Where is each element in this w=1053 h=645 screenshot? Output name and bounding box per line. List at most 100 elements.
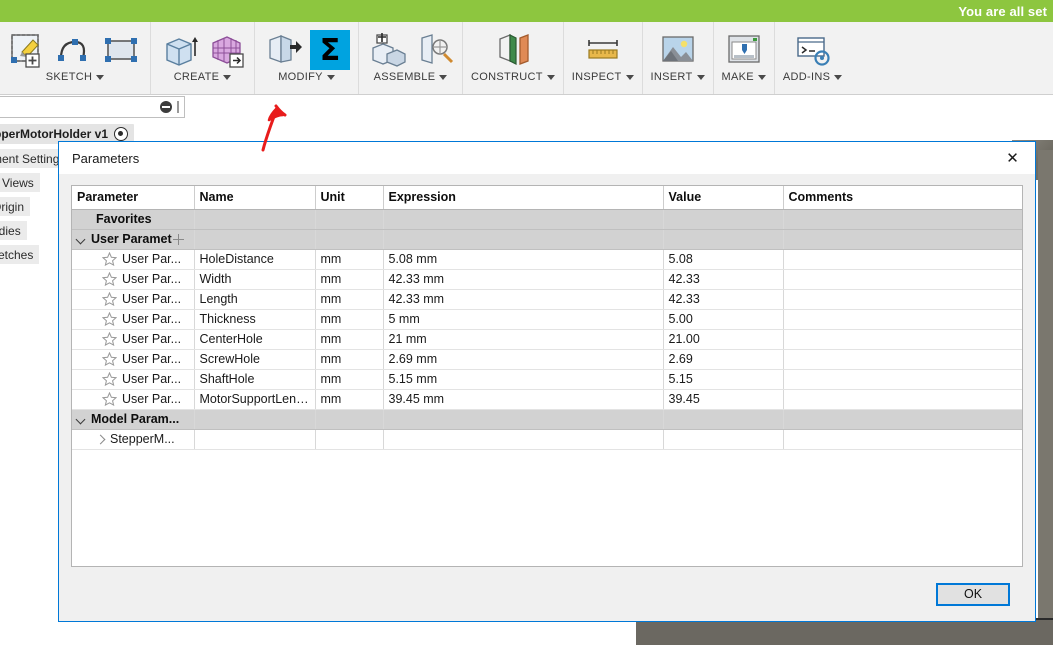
cell-comments[interactable] xyxy=(783,369,1022,390)
cell-parameter[interactable]: User Par... xyxy=(72,329,195,350)
cell-expression[interactable]: 2.69 mm xyxy=(383,349,664,370)
3d-print-icon[interactable] xyxy=(724,30,764,70)
cell-parameter[interactable]: Model Param... xyxy=(72,409,195,430)
table-row[interactable]: User Par... MotorSupportLength mm 39.45 mm 3… xyxy=(72,389,1022,410)
mesh-create-icon[interactable] xyxy=(206,30,246,70)
cell-expression[interactable] xyxy=(383,229,664,250)
cell-name[interactable]: HoleDistance xyxy=(194,249,316,270)
cell-value[interactable]: 39.45 xyxy=(663,389,784,410)
table-row[interactable]: User Par... Width mm 42.33 mm 42.33 xyxy=(72,269,1022,290)
cell-unit[interactable]: mm xyxy=(315,349,384,370)
cell-value[interactable] xyxy=(663,229,784,250)
favorite-star-icon[interactable] xyxy=(102,272,117,286)
cell-name[interactable] xyxy=(194,229,316,250)
cell-parameter[interactable]: User Par... xyxy=(72,269,195,290)
cell-parameter[interactable]: User Par... xyxy=(72,289,195,310)
column-header-unit[interactable]: Unit xyxy=(315,186,384,210)
browser-item-sketches[interactable]: ketches xyxy=(0,245,40,264)
table-group-row[interactable]: Model Param... xyxy=(72,409,1022,430)
cell-value[interactable]: 5.15 xyxy=(663,369,784,390)
favorite-star-icon[interactable] xyxy=(102,372,117,386)
cell-parameter[interactable]: User Paramet xyxy=(72,229,195,250)
table-row[interactable]: User Par... HoleDistance mm 5.08 mm 5.08 xyxy=(72,249,1022,270)
chevron-down-icon[interactable] xyxy=(77,235,86,244)
ribbon-group-label[interactable]: INSPECT xyxy=(572,71,634,83)
cell-unit[interactable]: mm xyxy=(315,289,384,310)
browser-item-bodies[interactable]: odies xyxy=(0,221,27,240)
cell-value[interactable]: 2.69 xyxy=(663,349,784,370)
new-component-icon[interactable] xyxy=(367,30,407,70)
column-header-comments[interactable]: Comments xyxy=(783,186,1022,210)
cell-expression[interactable]: 5 mm xyxy=(383,309,664,330)
ribbon-group-label[interactable]: INSERT xyxy=(651,71,705,83)
cell-comments[interactable] xyxy=(783,289,1022,310)
cell-unit[interactable]: mm xyxy=(315,309,384,330)
cell-value[interactable]: 42.33 xyxy=(663,289,784,310)
cell-comments[interactable] xyxy=(783,309,1022,330)
ribbon-group-label[interactable]: MODIFY xyxy=(278,71,335,83)
column-header-expression[interactable]: Expression xyxy=(383,186,664,210)
cell-expression[interactable] xyxy=(383,409,664,430)
cell-comments[interactable] xyxy=(783,329,1022,350)
joint-icon[interactable] xyxy=(414,30,454,70)
ribbon-group-label[interactable]: SKETCH xyxy=(46,71,105,83)
drag-grip-icon[interactable] xyxy=(177,101,179,113)
create-sketch-icon[interactable] xyxy=(8,30,48,70)
cell-parameter[interactable]: StepperM... xyxy=(72,429,195,450)
spline-icon[interactable] xyxy=(55,30,95,70)
cell-comments[interactable] xyxy=(783,389,1022,410)
cell-parameter[interactable]: User Par... xyxy=(72,309,195,330)
browser-item-named-views[interactable]: d Views xyxy=(0,173,40,192)
cell-name[interactable]: ScrewHole xyxy=(194,349,316,370)
cell-comments[interactable] xyxy=(783,229,1022,250)
chevron-down-icon[interactable] xyxy=(77,415,86,424)
column-header-name[interactable]: Name xyxy=(194,186,316,210)
cell-expression[interactable]: 5.08 mm xyxy=(383,249,664,270)
favorite-star-icon[interactable] xyxy=(102,252,117,266)
cell-comments[interactable] xyxy=(783,209,1022,230)
ribbon-group-label[interactable]: ADD-INS xyxy=(783,71,843,83)
browser-search-bar[interactable] xyxy=(0,96,185,118)
close-icon[interactable]: ✕ xyxy=(990,143,1035,174)
table-row[interactable]: User Par... Thickness mm 5 mm 5.00 xyxy=(72,309,1022,330)
cell-comments[interactable] xyxy=(783,269,1022,290)
cell-expression[interactable]: 21 mm xyxy=(383,329,664,350)
change-parameters-icon[interactable]: Σ xyxy=(310,30,350,70)
cell-unit[interactable]: mm xyxy=(315,369,384,390)
cell-parameter[interactable]: User Par... xyxy=(72,249,195,270)
insert-image-icon[interactable] xyxy=(658,30,698,70)
cell-value[interactable]: 5.08 xyxy=(663,249,784,270)
cell-comments[interactable] xyxy=(783,429,1022,450)
cell-value[interactable] xyxy=(663,409,784,430)
column-header-parameter[interactable]: Parameter xyxy=(72,186,195,210)
cell-name[interactable]: CenterHole xyxy=(194,329,316,350)
cell-name[interactable] xyxy=(194,409,316,430)
favorite-star-icon[interactable] xyxy=(102,352,117,366)
cell-comments[interactable] xyxy=(783,349,1022,370)
parameters-table-container[interactable]: Parameter Name Unit Expression Value Com… xyxy=(71,185,1023,567)
browser-item-origin[interactable]: Origin xyxy=(0,197,31,216)
cell-value[interactable] xyxy=(663,209,784,230)
cell-name[interactable] xyxy=(194,209,316,230)
cell-unit[interactable] xyxy=(315,429,384,450)
offset-plane-icon[interactable] xyxy=(493,30,533,70)
cell-comments[interactable] xyxy=(783,249,1022,270)
cell-name[interactable]: Thickness xyxy=(194,309,316,330)
cell-unit[interactable] xyxy=(315,209,384,230)
ribbon-group-label[interactable]: CREATE xyxy=(174,71,232,83)
cell-unit[interactable]: mm xyxy=(315,269,384,290)
favorite-star-icon[interactable] xyxy=(102,392,117,406)
cell-parameter[interactable]: User Par... xyxy=(72,389,195,410)
table-group-row[interactable]: StepperM... xyxy=(72,429,1022,450)
cell-expression[interactable] xyxy=(383,429,664,450)
favorite-star-icon[interactable] xyxy=(102,312,117,326)
cell-parameter[interactable]: User Par... xyxy=(72,349,195,370)
cell-expression[interactable]: 42.33 mm xyxy=(383,289,664,310)
measure-icon[interactable] xyxy=(583,30,623,70)
cell-expression[interactable]: 39.45 mm xyxy=(383,389,664,410)
cell-name[interactable]: MotorSupportLength xyxy=(194,389,316,410)
cell-name[interactable] xyxy=(194,429,316,450)
favorite-star-icon[interactable] xyxy=(102,292,117,306)
extrude-icon[interactable] xyxy=(159,30,199,70)
visibility-eye-icon[interactable] xyxy=(114,127,129,141)
